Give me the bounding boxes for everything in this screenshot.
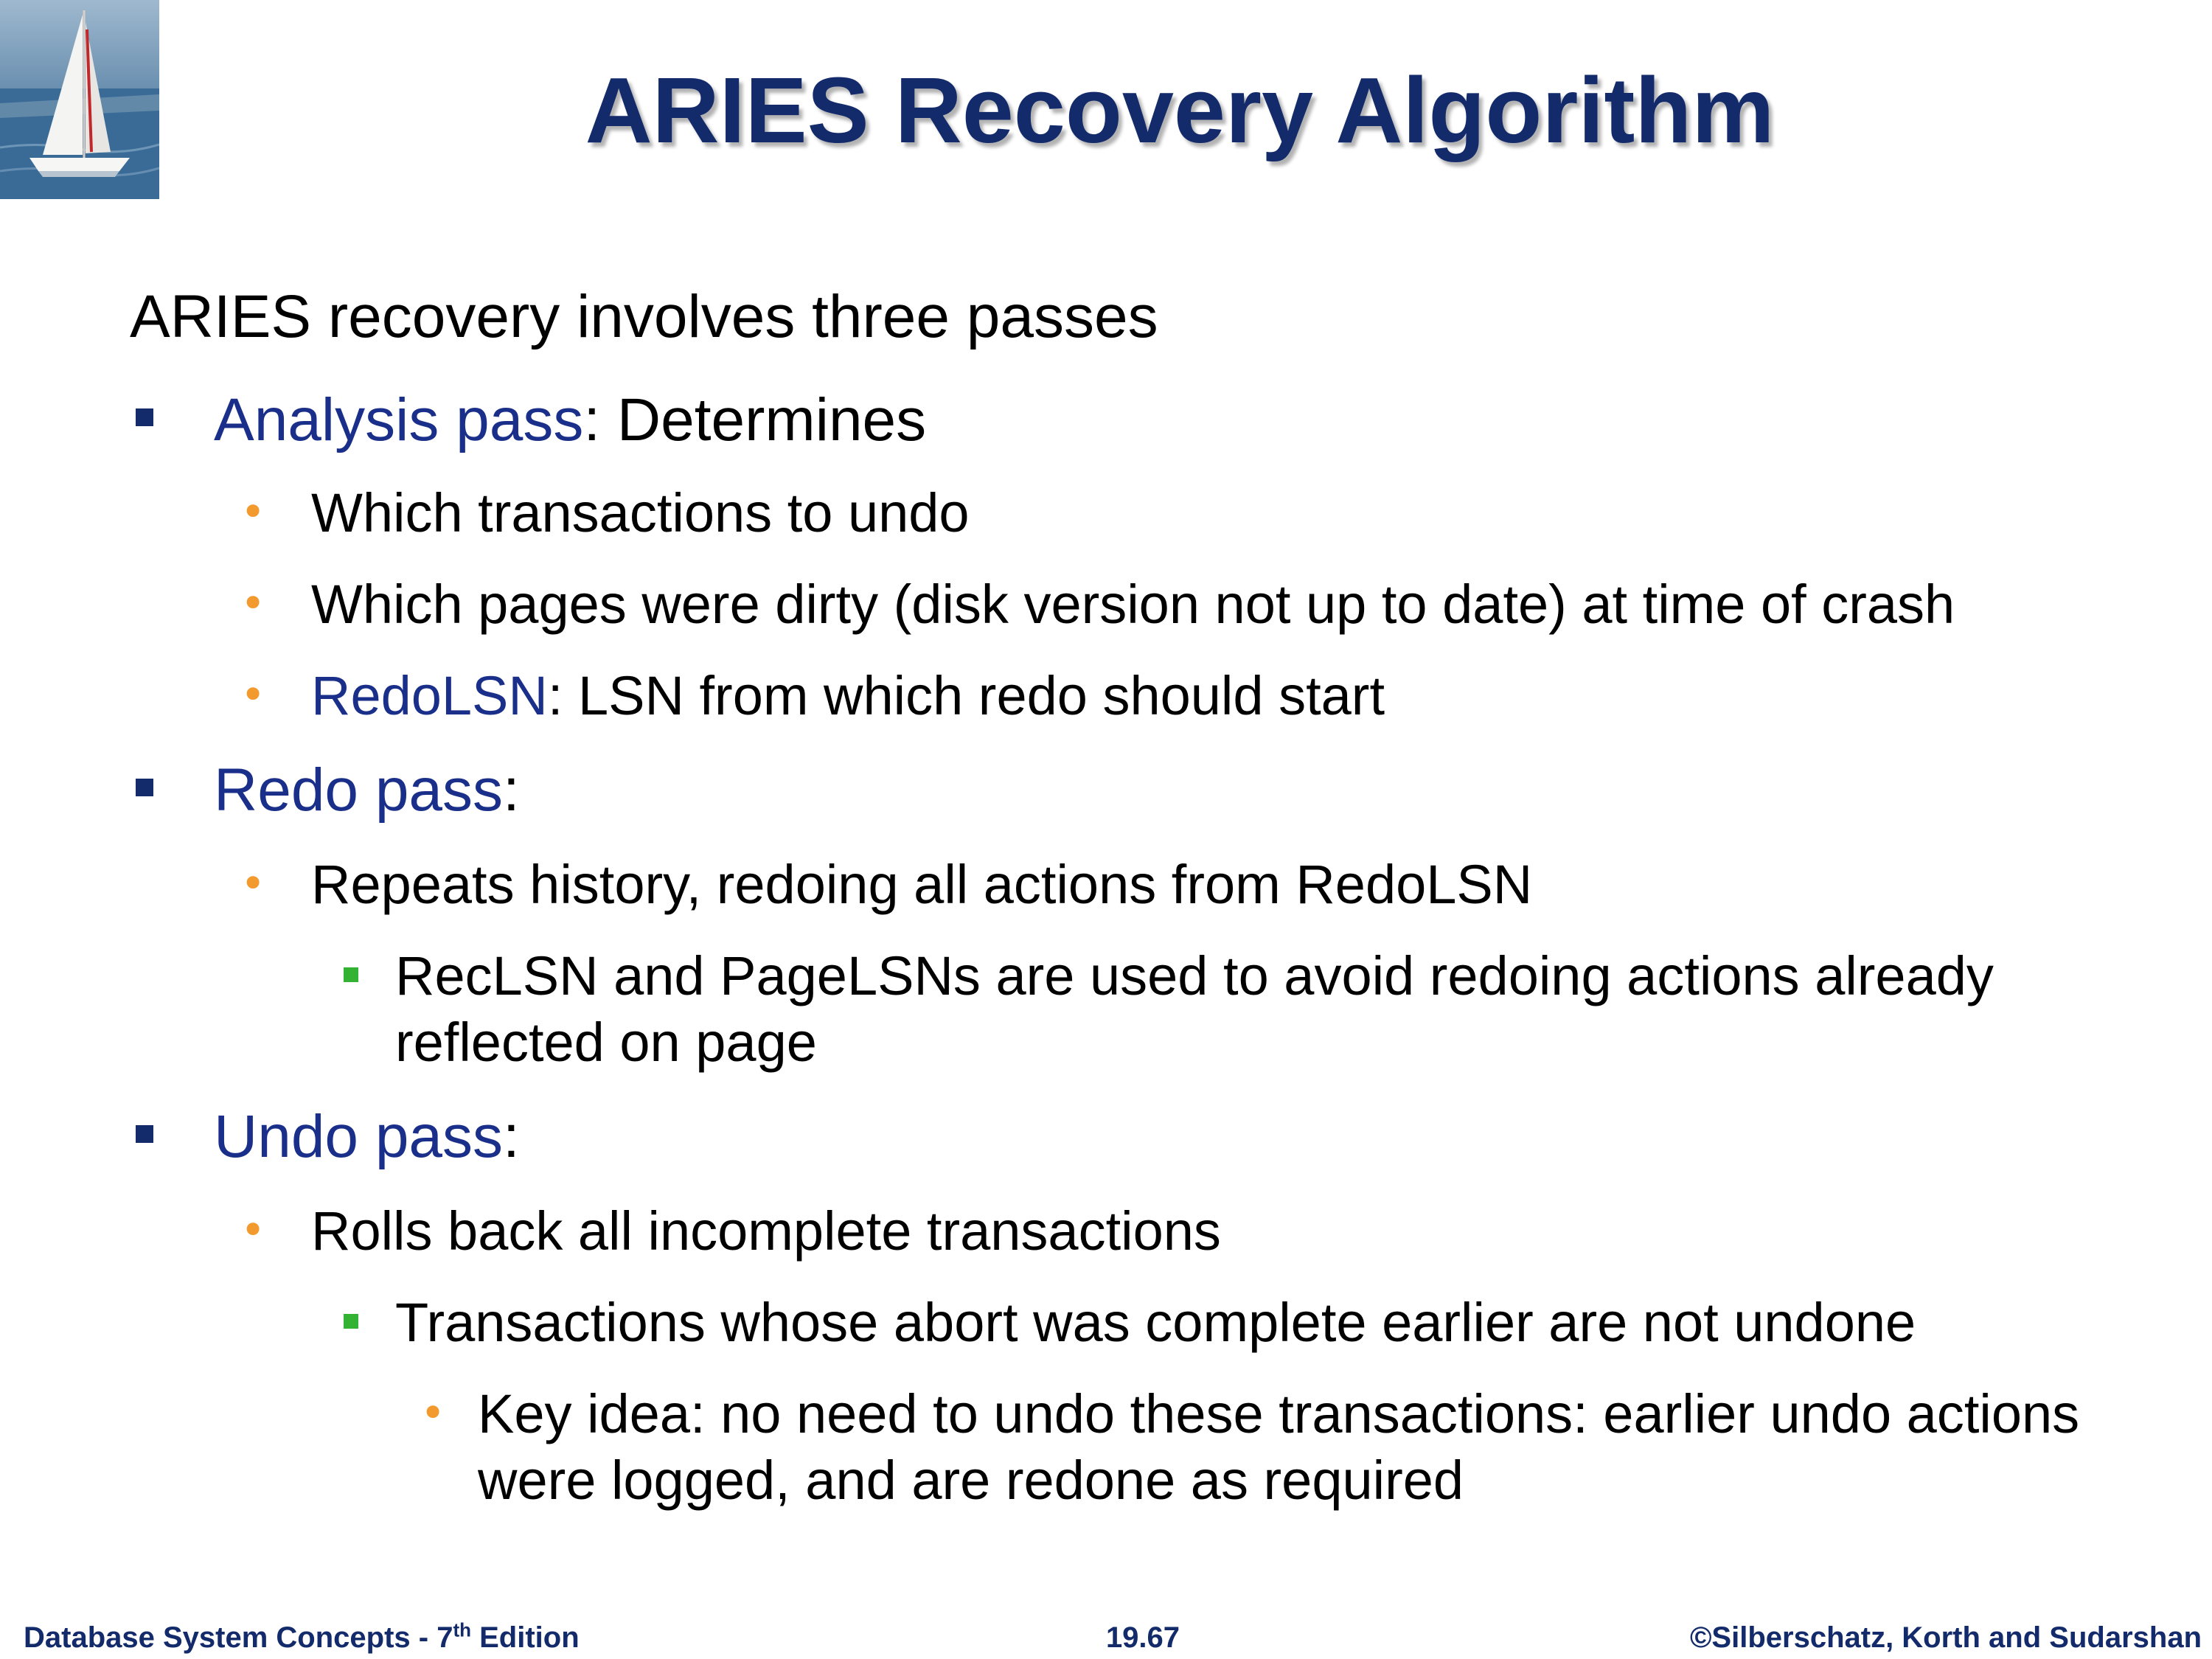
footer-book-title-main: Database System Concepts - 7: [24, 1621, 453, 1654]
dot-bullet-icon: •: [240, 669, 266, 720]
square-bullet-icon: [136, 1125, 153, 1143]
analysis-pass-term: Analysis pass: [214, 386, 584, 453]
sailboat-logo-icon: [0, 0, 159, 199]
square-bullet-icon: [136, 408, 153, 426]
slide-title: ARIES Recovery Algorithm: [585, 58, 1775, 162]
redo-pass-line: Redo pass:: [214, 754, 520, 827]
list-item: Transactions whose abort was complete ea…: [395, 1292, 1916, 1353]
undo-pass-term: Undo pass: [214, 1103, 504, 1170]
redolsn-term: RedoLSN: [311, 665, 548, 726]
list-item: Repeats history, redoing all actions fro…: [311, 854, 1533, 915]
footer-copyright: ©Silberschatz, Korth and Sudarshan: [1689, 1621, 2202, 1654]
footer-book-title: Database System Concepts - 7th Edition: [24, 1619, 580, 1656]
list-item-continuation: were logged, and are redone as required: [478, 1450, 1464, 1511]
small-square-bullet-icon: [344, 1314, 358, 1329]
analysis-pass-line: Analysis pass: Determines: [214, 383, 926, 457]
dot-bullet-icon: •: [240, 858, 266, 908]
list-item: Rolls back all incomplete transactions: [311, 1200, 1221, 1262]
dot-bullet-icon: •: [420, 1388, 446, 1438]
redo-pass-desc: :: [503, 757, 520, 824]
footer-edition-label: Edition: [471, 1621, 580, 1654]
list-item: Which transactions to undo: [311, 482, 970, 543]
dot-bullet-icon: •: [240, 1205, 266, 1255]
undo-pass-desc: :: [503, 1103, 520, 1170]
list-item: Key idea: no need to undo these transact…: [478, 1383, 2080, 1444]
footer-edition-sup: th: [453, 1618, 471, 1641]
footer-page-number: 19.67: [1105, 1621, 1180, 1654]
list-item: RedoLSN: LSN from which redo should star…: [311, 662, 1385, 730]
redo-pass-term: Redo pass: [214, 757, 504, 824]
list-item: Which pages were dirty (disk version not…: [311, 574, 1955, 635]
list-item: RecLSN and PageLSNs are used to avoid re…: [395, 945, 1994, 1006]
dot-bullet-icon: •: [240, 578, 266, 628]
small-square-bullet-icon: [344, 967, 358, 982]
list-item-continuation: reflected on page: [395, 1012, 817, 1073]
undo-pass-line: Undo pass:: [214, 1100, 520, 1174]
square-bullet-icon: [136, 779, 153, 796]
redolsn-desc: : LSN from which redo should start: [547, 665, 1385, 726]
analysis-pass-desc: : Determines: [583, 386, 927, 453]
dot-bullet-icon: •: [240, 487, 266, 537]
intro-text: ARIES recovery involves three passes: [130, 283, 1158, 350]
